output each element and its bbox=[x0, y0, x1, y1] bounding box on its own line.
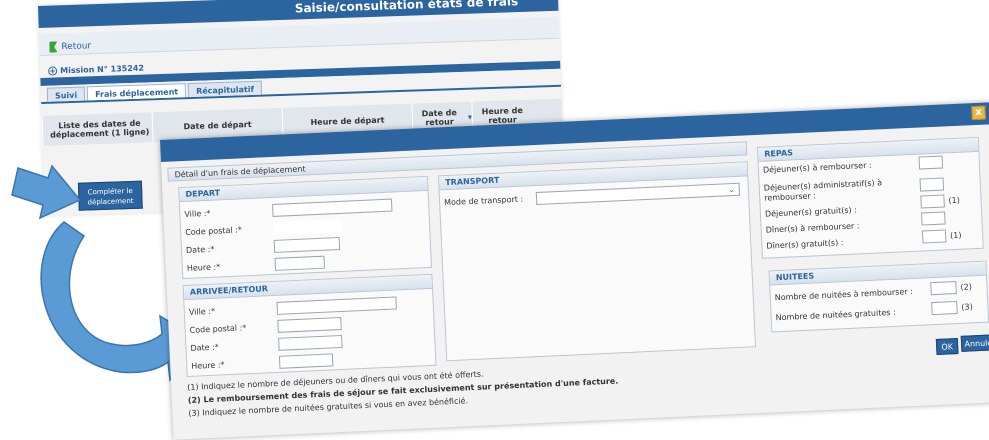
close-icon[interactable]: x bbox=[971, 105, 986, 121]
depart-ville-label: Ville :* bbox=[184, 208, 211, 219]
repas-dej-admin-label: Déjeuner(s) administratif(s) à rembourse… bbox=[763, 178, 883, 203]
repas-panel: REPAS Déjeuner(s) à rembourser : Déjeune… bbox=[756, 136, 984, 259]
arrivee-cp-input[interactable] bbox=[277, 316, 342, 333]
nuitees-panel: NUITEES Nombre de nuitées à rembourser :… bbox=[768, 260, 989, 333]
tab-frais-deplacement[interactable]: Frais déplacement bbox=[86, 83, 187, 101]
depart-date-input[interactable] bbox=[273, 236, 341, 253]
depart-ville-input[interactable] bbox=[272, 198, 393, 217]
chevron-down-icon: ⌄ bbox=[727, 184, 736, 195]
repas-heading: REPAS bbox=[757, 137, 979, 162]
arrivee-panel: ARRIVEE/RETOUR Ville :* Code postal :* D… bbox=[182, 273, 437, 378]
col-date-retour-label: Date de retour bbox=[421, 108, 458, 128]
depart-panel: DEPART Ville :* Code postal :* Date :* H… bbox=[178, 175, 433, 280]
tab-suivi[interactable]: Suivi bbox=[46, 86, 86, 102]
repas-dej-admin-input-2[interactable] bbox=[920, 194, 945, 209]
repas-mark-dej-gratuit: (1) bbox=[948, 195, 961, 206]
expand-plus-icon[interactable]: + bbox=[48, 65, 58, 76]
arrivee-date-label: Date :* bbox=[190, 342, 220, 353]
transport-mode-select[interactable]: ⌄ bbox=[535, 182, 741, 205]
tab-recapitulatif[interactable]: Récapitulatif bbox=[187, 80, 263, 98]
arrivee-heure-label: Heure :* bbox=[191, 360, 225, 371]
nuitees-mark-rembourser: (2) bbox=[960, 282, 973, 292]
depart-heure-input[interactable] bbox=[274, 255, 326, 271]
nuitees-gratuites-input[interactable] bbox=[931, 301, 958, 316]
arrivee-date-input[interactable] bbox=[278, 334, 343, 351]
repas-dej-rembourser-label: Déjeuner(s) à rembourser : bbox=[762, 160, 872, 175]
repas-diner-rembourser-input[interactable] bbox=[921, 211, 946, 226]
repas-diner-gratuit-label: Dîner(s) gratuit(s) : bbox=[766, 238, 844, 251]
depart-cp-label: Code postal :* bbox=[185, 225, 243, 237]
detail-modal: x Détail d'un frais de déplacement DEPAR… bbox=[160, 102, 989, 440]
arrivee-heure-input[interactable] bbox=[278, 353, 334, 369]
repas-mark-diner-gratuit: (1) bbox=[949, 230, 962, 241]
nuitees-rembourser-label: Nombre de nuitées à rembourser : bbox=[774, 287, 914, 303]
back-flag-icon bbox=[49, 41, 57, 52]
repas-diner-rembourser-label: Dîner(s) à rembourser : bbox=[765, 221, 860, 235]
list-title: Liste des dates de déplacement (1 ligne) bbox=[41, 112, 153, 146]
arrivee-ville-label: Ville :* bbox=[188, 306, 216, 317]
complete-trip-button[interactable]: Compléter le déplacement bbox=[77, 180, 143, 211]
arrivee-cp-label: Code postal :* bbox=[189, 323, 247, 335]
cancel-button[interactable]: Annuler bbox=[960, 334, 989, 352]
transport-mode-label: Mode de transport : bbox=[443, 194, 524, 208]
depart-date-label: Date :* bbox=[185, 244, 215, 255]
ok-button[interactable]: OK bbox=[935, 338, 959, 355]
repas-dej-gratuit-label: Déjeuner(s) gratuit(s) : bbox=[764, 205, 858, 219]
nuitees-mark-gratuites: (3) bbox=[961, 302, 973, 312]
repas-diner-gratuit-input[interactable] bbox=[921, 229, 947, 244]
transport-panel: TRANSPORT Mode de transport : ⌄ bbox=[437, 161, 757, 362]
repas-dej-rembourser-input[interactable] bbox=[918, 155, 944, 170]
repas-dej-admin-input[interactable] bbox=[919, 177, 945, 192]
depart-heure-label: Heure :* bbox=[186, 262, 221, 273]
nuitees-rembourser-input[interactable] bbox=[930, 281, 957, 296]
mission-label: Mission N° 135242 bbox=[59, 63, 145, 75]
arrivee-ville-input[interactable] bbox=[276, 296, 397, 315]
nuitees-gratuites-label: Nombre de nuitées gratuites : bbox=[775, 307, 896, 323]
back-label: Retour bbox=[61, 40, 92, 52]
depart-cp-input[interactable] bbox=[272, 218, 344, 235]
